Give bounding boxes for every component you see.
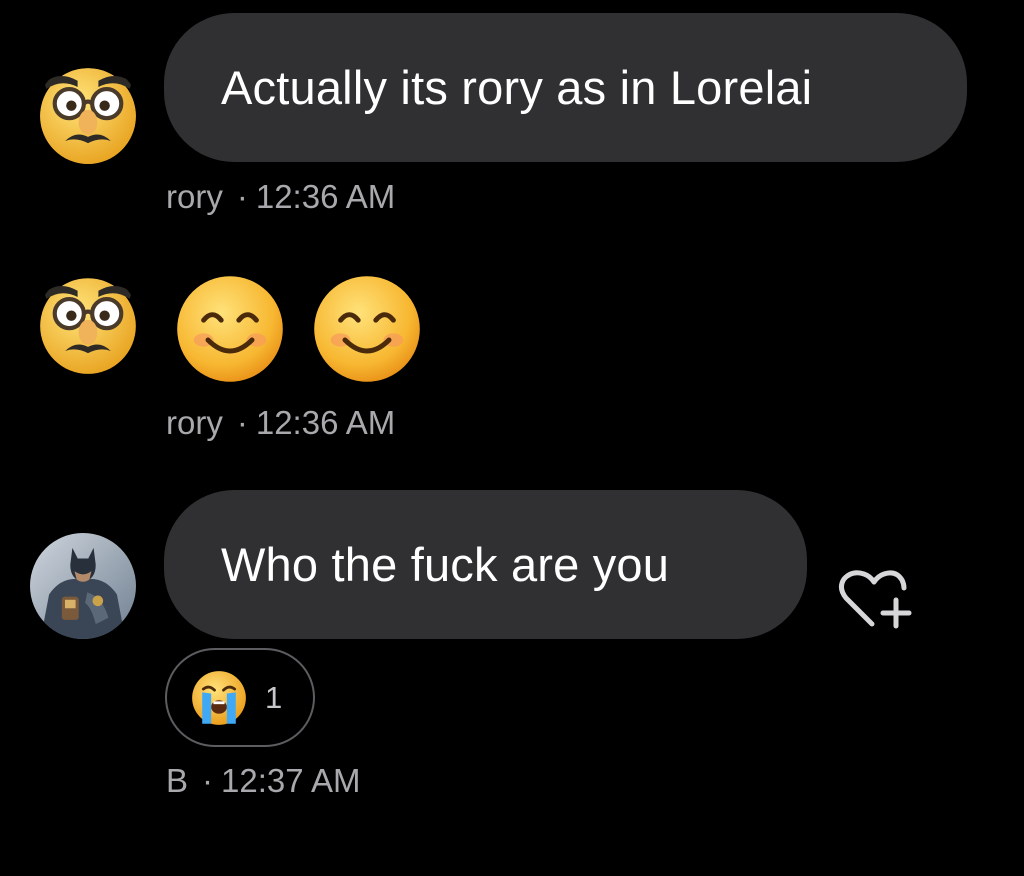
smiling-face-emoji[interactable] <box>175 274 285 384</box>
meta-separator: · <box>236 178 248 215</box>
message-bubble[interactable]: Actually its rory as in Lorelai <box>164 13 967 162</box>
loudly-crying-face-icon <box>192 670 246 725</box>
message-text: Who the fuck are you <box>221 538 670 591</box>
sender-name: rory <box>166 404 223 441</box>
sender-name: B <box>166 762 189 799</box>
react-button[interactable] <box>838 566 916 630</box>
loudly-crying-face-emoji <box>191 670 247 726</box>
message-text: Actually its rory as in Lorelai <box>221 61 813 114</box>
smiling-face-emoji[interactable] <box>312 274 422 384</box>
sender-name: rory <box>166 178 223 215</box>
message-time: 12:37 AM <box>221 762 361 799</box>
reaction-count: 1 <box>265 679 283 715</box>
smiling-face-with-smiling-eyes-icon <box>177 276 283 382</box>
sender-avatar[interactable] <box>36 272 140 376</box>
meta-separator: · <box>202 762 214 799</box>
meta-separator: · <box>236 404 248 441</box>
disguise-glasses-emoji-icon <box>40 278 136 374</box>
smiling-face-with-smiling-eyes-icon <box>314 276 420 382</box>
message-meta: B · 12:37 AM <box>166 762 360 800</box>
message-meta: rory · 12:36 AM <box>166 404 395 442</box>
sender-avatar[interactable] <box>30 533 136 639</box>
message-time: 12:36 AM <box>255 404 396 441</box>
message-time: 12:36 AM <box>255 178 396 215</box>
reaction-pill[interactable]: 1 <box>165 648 315 747</box>
batman-avatar-icon <box>30 533 136 639</box>
message-meta: rory · 12:36 AM <box>166 178 395 216</box>
heart-plus-icon <box>838 570 912 629</box>
message-bubble[interactable]: Who the fuck are you <box>164 490 807 639</box>
sender-avatar[interactable] <box>36 62 140 166</box>
disguise-glasses-emoji-icon <box>40 68 136 164</box>
